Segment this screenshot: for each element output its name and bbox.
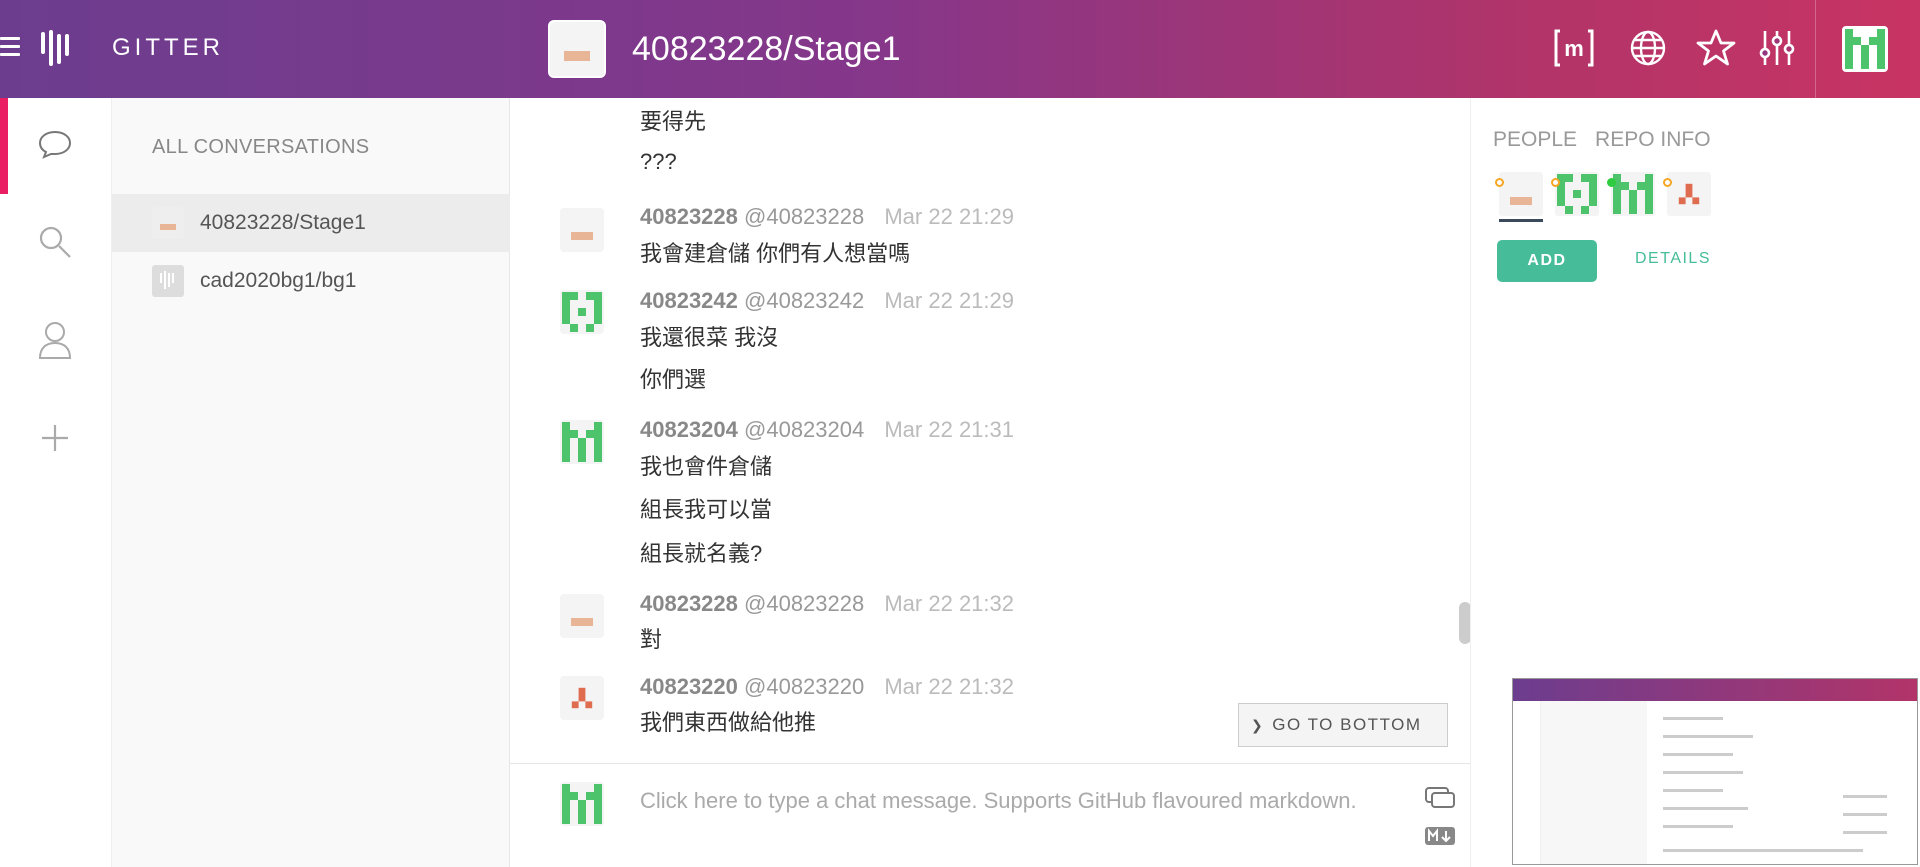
message-text: 組長就名義? — [640, 541, 763, 566]
add-people-button[interactable]: ADD — [1497, 240, 1597, 282]
message-username[interactable]: 40823228 — [640, 204, 738, 229]
message-text: 我還很菜 我沒 — [640, 325, 779, 350]
message-username[interactable]: 40823204 — [640, 417, 738, 442]
message-header: 40823228 @40823228 Mar 22 21:29 — [640, 204, 1014, 230]
message-time[interactable]: Mar 22 21:32 — [884, 591, 1014, 616]
message-text: 我們東西做給他推 — [640, 710, 817, 735]
message-handle[interactable]: @40823228 — [744, 204, 864, 229]
composer-avatar — [560, 782, 604, 826]
screen-preview-thumbnail — [1512, 678, 1918, 865]
conversation-item-stage1[interactable]: 40823228/Stage1 — [112, 194, 510, 252]
tab-repo-info[interactable]: REPO INFO — [1595, 128, 1711, 152]
preview-header — [1513, 679, 1917, 701]
gitter-logo-icon — [41, 30, 71, 68]
message-avatar[interactable] — [560, 420, 604, 464]
message-text: 組長我可以當 — [640, 497, 773, 522]
go-to-bottom-label: GO TO BOTTOM — [1272, 715, 1422, 734]
user-avatar[interactable] — [1842, 26, 1888, 72]
tab-people[interactable]: PEOPLE — [1493, 128, 1577, 152]
message-username[interactable]: 40823220 — [640, 674, 738, 699]
brand-name: GITTER — [112, 34, 224, 61]
rail-active-indicator — [0, 98, 8, 194]
message-time[interactable]: Mar 22 21:31 — [884, 417, 1014, 442]
conversation-item-bg1[interactable]: cad2020bg1/bg1 — [112, 252, 510, 310]
compose-mode-icon[interactable] — [1423, 784, 1457, 812]
conversation-name: 40823228/Stage1 — [200, 211, 366, 234]
markdown-icon[interactable] — [1423, 822, 1457, 850]
message-avatar[interactable] — [560, 676, 604, 720]
message-text: 對 — [640, 627, 663, 652]
header-divider — [1815, 0, 1816, 98]
message-handle[interactable]: @40823220 — [744, 674, 864, 699]
star-icon[interactable] — [1694, 26, 1738, 70]
plus-icon[interactable] — [35, 418, 75, 458]
message-composer: Click here to type a chat message. Suppo… — [510, 763, 1470, 867]
top-header: GITTER 40823228/Stage1 m — [0, 0, 1920, 98]
person-avatar[interactable] — [1607, 172, 1655, 216]
conversations-panel: ALL CONVERSATIONS 40823228/Stage1 cad202… — [112, 98, 510, 867]
left-rail — [0, 98, 112, 867]
message-text: 我會建倉儲 你們有人想當嗎 — [640, 241, 911, 266]
message-username[interactable]: 40823228 — [640, 591, 738, 616]
globe-icon[interactable] — [1626, 26, 1670, 70]
room-avatar — [548, 20, 606, 78]
message-header: 40823228 @40823228 Mar 22 21:32 — [640, 591, 1014, 617]
person-avatar[interactable] — [1551, 172, 1599, 216]
message-avatar[interactable] — [560, 594, 604, 638]
message-avatar[interactable] — [560, 290, 604, 334]
settings-sliders-icon[interactable] — [1755, 26, 1799, 70]
message-header: 40823242 @40823242 Mar 22 21:29 — [640, 288, 1014, 314]
person-avatar[interactable] — [1495, 172, 1543, 222]
people-list — [1495, 172, 1711, 222]
message-text: ??? — [640, 149, 677, 174]
message-username[interactable]: 40823242 — [640, 288, 738, 313]
search-icon[interactable] — [35, 222, 75, 262]
message-time[interactable]: Mar 22 21:32 — [884, 674, 1014, 699]
message-text: 我也會件倉儲 — [640, 454, 773, 479]
right-panel-tabs: PEOPLE REPO INFO — [1493, 128, 1711, 152]
person-avatar[interactable] — [1663, 172, 1711, 216]
message-handle[interactable]: @40823228 — [744, 591, 864, 616]
chevron-down-icon: ❯ — [1251, 716, 1265, 733]
matrix-icon[interactable]: m — [1552, 26, 1596, 70]
room-title: 40823228/Stage1 — [632, 30, 901, 68]
gitter-logo-icon — [152, 265, 184, 297]
user-icon[interactable] — [35, 320, 75, 360]
go-to-bottom-button[interactable]: ❯ GO TO BOTTOM — [1238, 703, 1448, 747]
svg-text:m: m — [1564, 36, 1584, 61]
conversation-name: cad2020bg1/bg1 — [200, 269, 357, 292]
message-handle[interactable]: @40823242 — [744, 288, 864, 313]
conversations-title: ALL CONVERSATIONS — [152, 136, 370, 158]
message-header: 40823204 @40823204 Mar 22 21:31 — [640, 417, 1014, 443]
message-handle[interactable]: @40823204 — [744, 417, 864, 442]
chat-input[interactable]: Click here to type a chat message. Suppo… — [640, 778, 1400, 860]
hamburger-menu-icon[interactable] — [0, 32, 22, 62]
message-text: 你們選 — [640, 367, 707, 392]
chat-bubble-icon[interactable] — [35, 124, 75, 164]
chat-messages: 要得先 ??? 40823228 @40823228 Mar 22 21:29 … — [510, 98, 1470, 763]
preview-rail — [1513, 701, 1541, 864]
message-text: 要得先 — [640, 109, 707, 134]
message-avatar[interactable] — [560, 208, 604, 252]
message-time[interactable]: Mar 22 21:29 — [884, 288, 1014, 313]
conversation-avatar — [152, 207, 184, 239]
details-link[interactable]: DETAILS — [1635, 250, 1711, 268]
preview-conversations — [1541, 701, 1647, 864]
message-time[interactable]: Mar 22 21:29 — [884, 204, 1014, 229]
message-header: 40823220 @40823220 Mar 22 21:32 — [640, 674, 1014, 700]
